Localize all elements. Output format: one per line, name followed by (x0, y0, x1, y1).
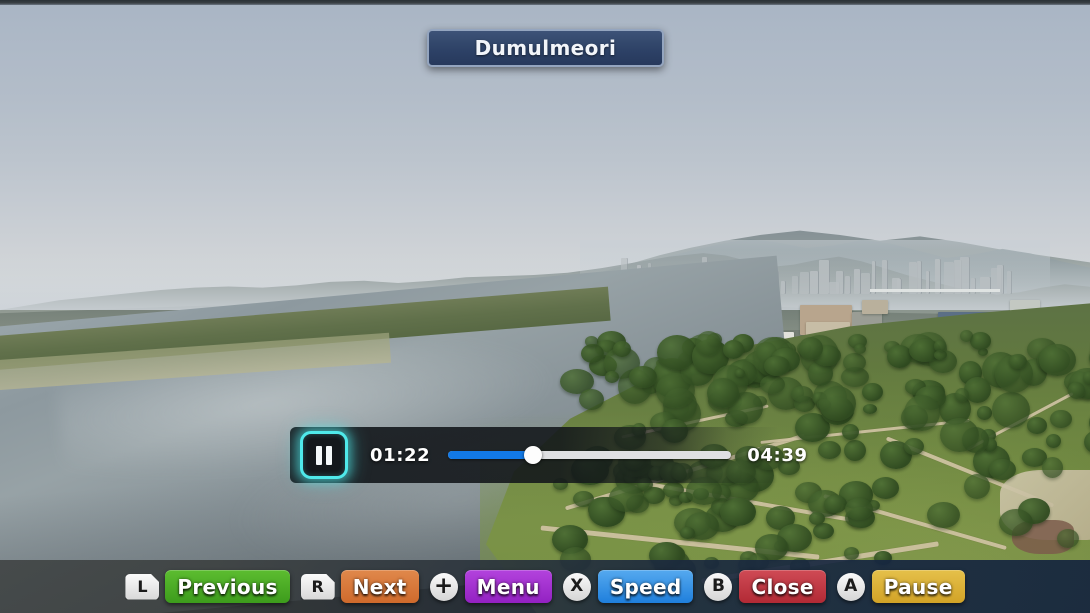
hint-group-menu[interactable]: + Menu (429, 570, 552, 603)
tree (940, 417, 979, 452)
seek-bar[interactable] (448, 446, 732, 464)
tree (720, 497, 756, 526)
tree (903, 394, 940, 432)
tree (871, 477, 899, 500)
tree (759, 374, 785, 394)
tree (844, 439, 866, 462)
tree (954, 387, 970, 402)
tree (853, 343, 867, 355)
tree (799, 337, 824, 360)
seek-bar-fill (448, 451, 534, 459)
current-time-label: 01:22 (370, 444, 431, 466)
tree (604, 370, 619, 383)
tree (695, 331, 722, 356)
tree (845, 498, 873, 520)
button-badge-r-icon[interactable]: R (300, 573, 335, 600)
tree (903, 437, 924, 456)
tree (963, 377, 991, 403)
skyline-building (835, 271, 844, 294)
tree (1084, 430, 1090, 455)
tree (628, 365, 657, 389)
tree (764, 356, 790, 376)
tree (841, 423, 859, 441)
video-surface[interactable] (0, 0, 1090, 613)
hint-button-speed[interactable]: Speed (597, 570, 694, 603)
hint-group-close[interactable]: B Close (704, 570, 826, 603)
seek-bar-handle[interactable] (524, 446, 543, 464)
tree (989, 458, 1016, 481)
hint-button-pause[interactable]: Pause (871, 570, 965, 603)
button-badge-plus-icon[interactable]: + (429, 572, 458, 601)
tree (998, 509, 1033, 537)
tree (812, 522, 834, 540)
skyline-building (792, 275, 799, 294)
tree (1039, 343, 1076, 376)
tree (613, 340, 631, 357)
button-hint-bar: L Previous R Next + Menu X Speed B Close A Pause (0, 560, 1090, 613)
tree (843, 547, 860, 560)
far-bridge (870, 282, 1000, 302)
hint-group-pause[interactable]: A Pause (836, 570, 965, 603)
button-badge-a-icon[interactable]: A (836, 572, 865, 601)
video-title-label: Dumulmeori (474, 36, 617, 60)
video-title-box: Dumulmeori (427, 29, 664, 67)
tree (1050, 409, 1072, 428)
tree (887, 345, 912, 368)
tree (1008, 353, 1027, 370)
top-edge-strip (0, 0, 1090, 5)
tree (656, 373, 695, 409)
far-bridge-deck (870, 289, 1000, 292)
hint-group-previous[interactable]: L Previous (125, 570, 290, 603)
tree (977, 406, 993, 420)
skyline-building (1007, 271, 1012, 294)
tree (707, 378, 739, 409)
tree (1041, 456, 1064, 478)
video-title-bar: Dumulmeori (427, 29, 664, 67)
hint-group-next[interactable]: R Next (300, 570, 419, 603)
total-time-label: 04:39 (747, 444, 808, 466)
tree (824, 495, 847, 514)
tree (1027, 417, 1047, 434)
button-badge-x-icon[interactable]: X (562, 572, 591, 601)
button-badge-l-icon[interactable]: L (125, 573, 160, 600)
tree (722, 339, 744, 359)
pause-icon[interactable] (300, 431, 348, 479)
tree (861, 382, 883, 402)
hint-button-next[interactable]: Next (340, 570, 419, 603)
skyline-building (800, 271, 811, 294)
hint-group-speed[interactable]: X Speed (562, 570, 694, 603)
tree (1045, 434, 1062, 449)
tree (735, 369, 746, 377)
tree (862, 404, 877, 415)
tree (1082, 371, 1090, 384)
hint-button-previous[interactable]: Previous (165, 570, 290, 603)
skyline-building (844, 276, 852, 294)
button-badge-b-icon[interactable]: B (704, 572, 733, 601)
building (862, 300, 888, 314)
playback-control-bar: 01:22 04:39 (290, 427, 810, 483)
pause-bar-right (326, 445, 332, 465)
tree (818, 441, 841, 460)
tree (963, 473, 991, 500)
tree (926, 501, 960, 529)
hint-button-menu[interactable]: Menu (464, 570, 552, 603)
tree (992, 391, 1031, 428)
skyline-building (781, 281, 786, 294)
tree (656, 335, 697, 371)
pause-bar-left (316, 445, 322, 465)
hint-button-close[interactable]: Close (739, 570, 826, 603)
skyline-building (810, 271, 819, 294)
video-player-screen: Dumulmeori 01:22 04:39 L Previous R Next + Me… (0, 0, 1090, 613)
tree (1057, 528, 1080, 548)
skyline-building (854, 269, 861, 294)
tree (578, 388, 605, 410)
